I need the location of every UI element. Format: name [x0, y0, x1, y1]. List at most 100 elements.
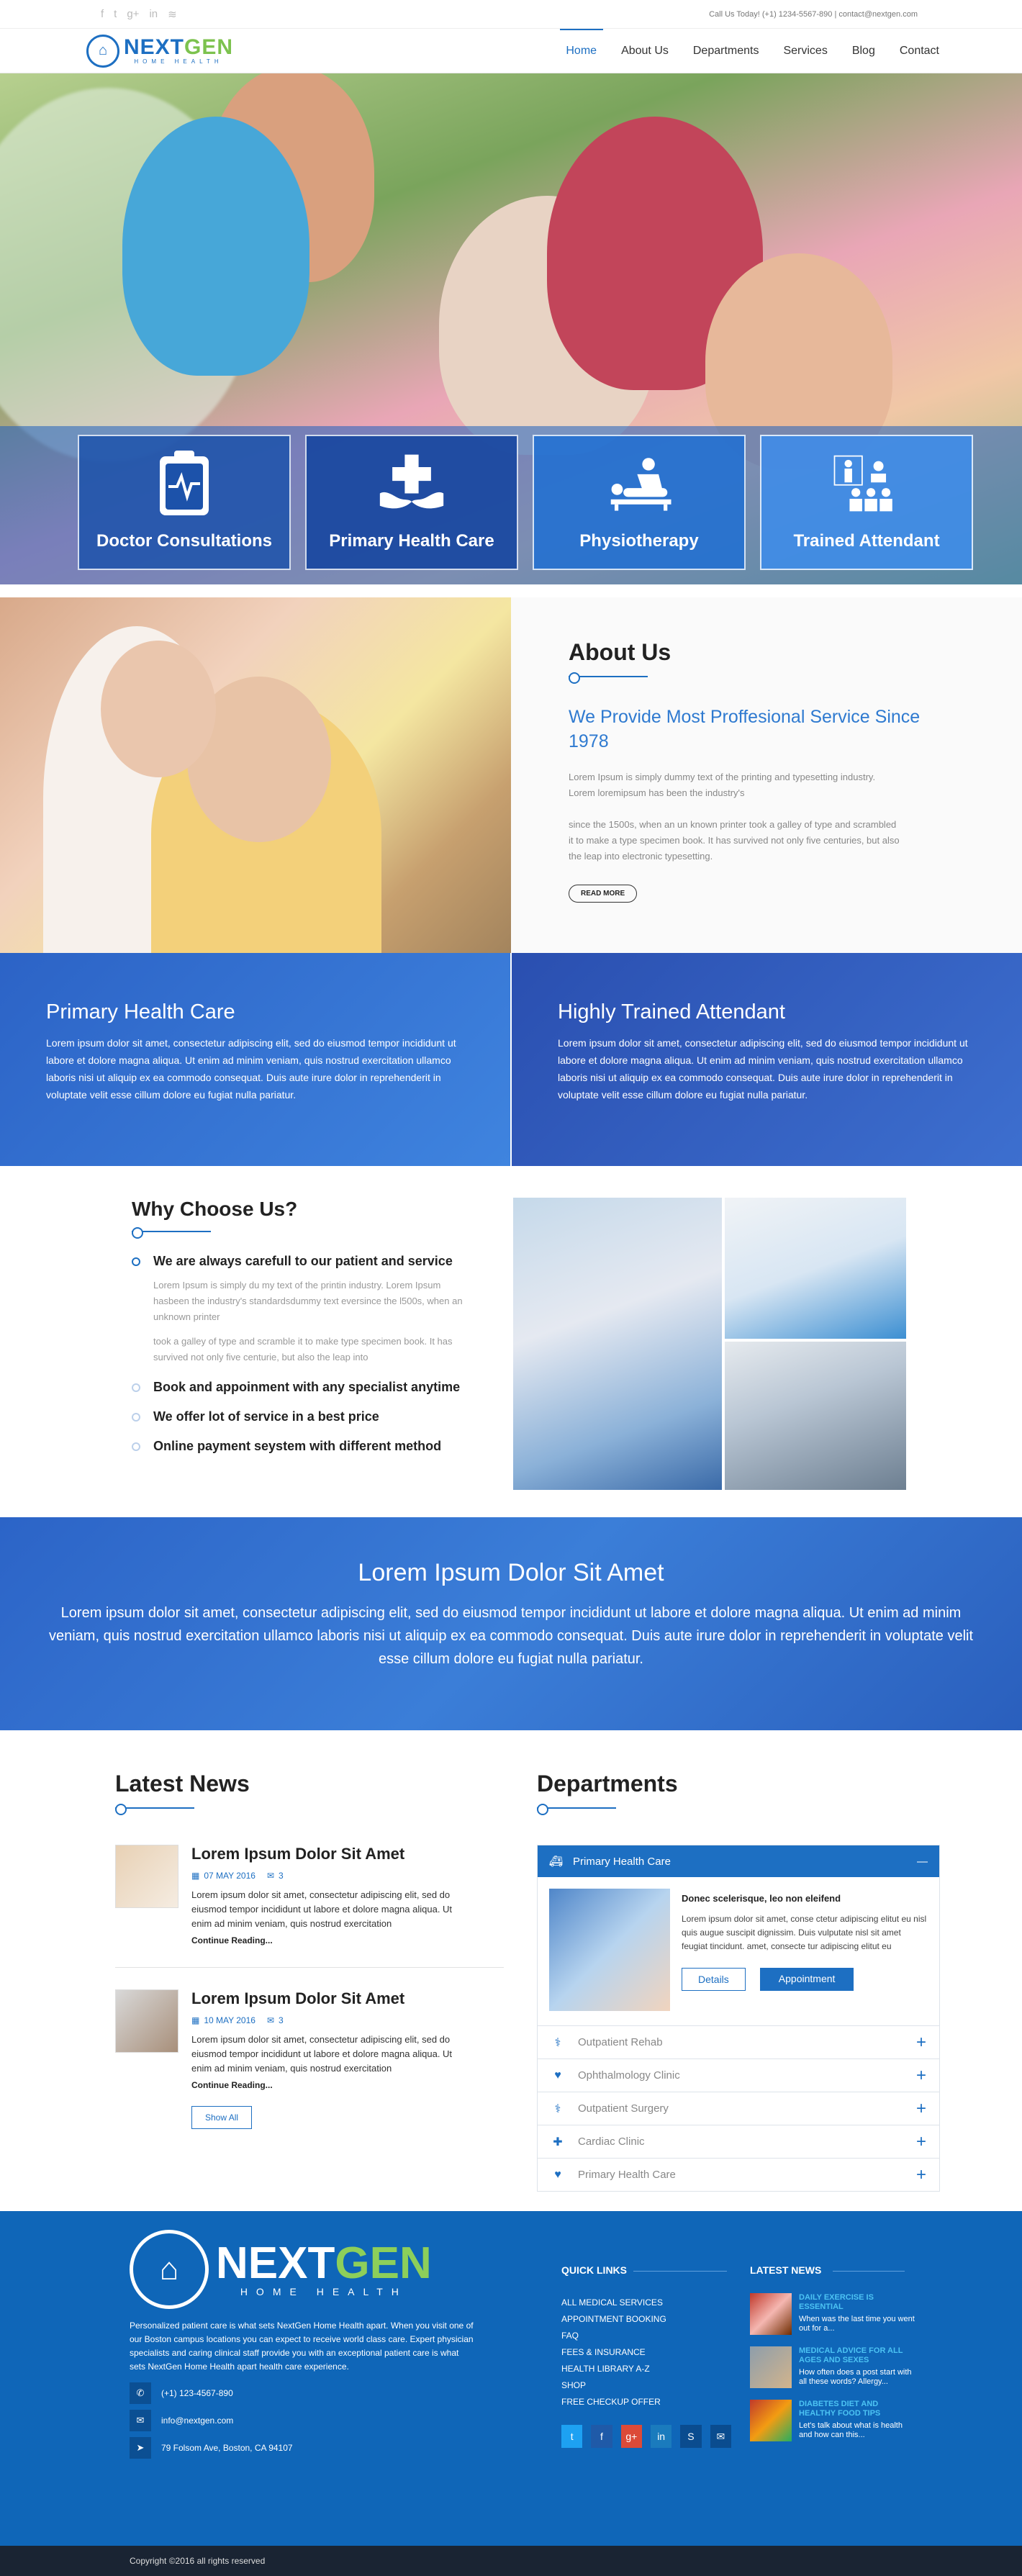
why-item[interactable]: We offer lot of service in a best price: [132, 1409, 477, 1424]
quick-link[interactable]: SHOP: [561, 2377, 731, 2394]
copyright-text: Copyright ©2016 all rights reserved: [130, 2556, 266, 2566]
footer-news-text: When was the last time you went out for …: [799, 2315, 915, 2333]
service-card-consultations[interactable]: Doctor Consultations: [78, 435, 291, 570]
footer-news-item[interactable]: DIABETES DIET AND HEALTHY FOOD TIPS Let'…: [750, 2400, 915, 2441]
site-logo[interactable]: ⌂ NEXTGEN HOME HEALTH: [86, 34, 233, 68]
appointment-button[interactable]: Appointment: [759, 1968, 854, 1991]
twitter-icon[interactable]: t: [561, 2425, 583, 2448]
quick-link[interactable]: FREE CHECKUP OFFER: [561, 2394, 731, 2410]
show-all-button[interactable]: Show All: [191, 2106, 253, 2129]
title-underline: [115, 1804, 194, 1815]
nav-about[interactable]: About Us: [621, 45, 669, 58]
department-row[interactable]: ♥ Primary Health Care +: [538, 2158, 939, 2191]
service-card-primary-care[interactable]: Primary Health Care: [305, 435, 518, 570]
footer-email[interactable]: info@nextgen.com: [161, 2415, 233, 2426]
footer-news-item[interactable]: MEDICAL ADVICE FOR ALL AGES AND SEXES Ho…: [750, 2346, 915, 2388]
why-item-desc: Lorem Ipsum is simply du my text of the …: [153, 1280, 463, 1322]
news-thumbnail[interactable]: [115, 1989, 178, 2053]
news-meta: ▦ 10 MAY 2016 ✉ 3: [191, 2015, 458, 2025]
expand-icon[interactable]: +: [916, 2165, 926, 2185]
footer-latest-news: LATEST NEWS DAILY EXERCISE IS ESSENTIAL …: [750, 2230, 915, 2546]
why-item-title: We offer lot of service in a best price: [153, 1409, 379, 1424]
department-row[interactable]: ✚ Cardiac Clinic +: [538, 2125, 939, 2158]
news-item-title[interactable]: Lorem Ipsum Dolor Sit Amet: [191, 1845, 458, 1863]
footer-news-thumbnail: [750, 2346, 792, 2388]
google-plus-icon[interactable]: g+: [127, 8, 139, 21]
bullet-icon: [132, 1413, 140, 1422]
expand-icon[interactable]: +: [916, 2033, 926, 2053]
why-item[interactable]: Book and appoinment with any specialist …: [132, 1380, 477, 1395]
panel-title: Highly Trained Attendant: [558, 1000, 785, 1023]
news-item-title[interactable]: Lorem Ipsum Dolor Sit Amet: [191, 1989, 458, 2008]
department-name: Ophthalmology Clinic: [578, 2069, 680, 2082]
department-heading: Donec scelerisque, leo non eleifend: [682, 1893, 841, 1904]
facebook-icon[interactable]: f: [101, 8, 104, 21]
panel-primary-care: Primary Health Care Lorem ipsum dolor si…: [0, 953, 510, 1166]
footer-description: Personalized patient care is what sets N…: [130, 2320, 474, 2372]
facebook-icon[interactable]: f: [591, 2425, 612, 2448]
medical-hands-icon: [377, 449, 446, 518]
expand-icon[interactable]: +: [916, 2066, 926, 2086]
quick-link[interactable]: APPOINTMENT BOOKING: [561, 2311, 731, 2328]
why-item[interactable]: We are always carefull to our patient an…: [132, 1254, 477, 1365]
footer-news-thumbnail: [750, 2293, 792, 2335]
why-item[interactable]: Online payment seystem with different me…: [132, 1439, 477, 1454]
rss-icon[interactable]: ≋: [168, 8, 177, 21]
news-thumbnail[interactable]: [115, 1845, 178, 1908]
logo-house-icon: ⌂: [86, 34, 119, 68]
nav-departments[interactable]: Departments: [693, 45, 759, 58]
department-row[interactable]: ♥ Ophthalmology Clinic +: [538, 2058, 939, 2092]
massage-icon: [605, 449, 674, 518]
about-photo: [0, 597, 511, 953]
footer-news-title[interactable]: DAILY EXERCISE IS ESSENTIAL: [799, 2293, 915, 2312]
google-plus-icon[interactable]: g+: [620, 2425, 642, 2448]
quick-link[interactable]: FAQ: [561, 2328, 731, 2344]
linkedin-icon[interactable]: in: [149, 8, 158, 21]
ambulance-icon: 🚑︎: [549, 1856, 564, 1868]
nav-contact[interactable]: Contact: [900, 45, 939, 58]
skype-icon[interactable]: S: [680, 2425, 702, 2448]
nav-home[interactable]: Home: [566, 45, 597, 58]
why-item-title: Book and appoinment with any specialist …: [153, 1380, 461, 1394]
news-departments-section: Latest News Lorem Ipsum Dolor Sit Amet ▦…: [0, 1730, 1022, 2211]
departments-accordion: 🚑︎ Primary Health Care — Donec scelerisqu…: [537, 1845, 940, 2192]
band-text: Lorem ipsum dolor sit amet, consectetur …: [48, 1605, 974, 1667]
department-row[interactable]: ⚕ Outpatient Surgery +: [538, 2092, 939, 2125]
gallery-photo-nurse-elderly: [513, 1198, 722, 1490]
footer-news-title[interactable]: DIABETES DIET AND HEALTHY FOOD TIPS: [799, 2400, 915, 2418]
department-row[interactable]: ⚕ Outpatient Rehab +: [538, 2025, 939, 2058]
footer-news-title[interactable]: MEDICAL ADVICE FOR ALL AGES AND SEXES: [799, 2346, 915, 2365]
service-card-attendant[interactable]: Trained Attendant: [760, 435, 973, 570]
heart-icon: ♥: [554, 2069, 561, 2082]
why-item-desc: took a galley of type and scramble it to…: [153, 1336, 453, 1362]
page: f t g+ in ≋ Call Us Today! (+1) 1234-556…: [0, 0, 1022, 2576]
title-underline: [569, 672, 648, 684]
collapse-icon[interactable]: —: [917, 1856, 928, 1868]
expand-icon[interactable]: +: [916, 2099, 926, 2119]
accordion-header-open[interactable]: 🚑︎ Primary Health Care —: [538, 1845, 939, 1877]
twitter-icon[interactable]: t: [114, 8, 117, 21]
quick-link[interactable]: HEALTH LIBRARY A-Z: [561, 2361, 731, 2377]
nav-services[interactable]: Services: [783, 45, 827, 58]
footer-logo[interactable]: ⌂ NEXTGEN HOME HEALTH: [130, 2230, 475, 2309]
read-more-button[interactable]: READ MORE: [569, 885, 638, 903]
continue-reading-link[interactable]: Continue Reading...: [191, 1935, 458, 1945]
footer-phone[interactable]: (+1) 123-4567-890: [161, 2388, 233, 2398]
why-title: Why Choose Us?: [132, 1198, 298, 1220]
title-underline: [537, 1804, 616, 1815]
department-photo: [549, 1889, 670, 2011]
service-card-physiotherapy[interactable]: Physiotherapy: [533, 435, 746, 570]
news-excerpt: Lorem ipsum dolor sit amet, consectetur …: [191, 1889, 453, 1929]
top-bar: f t g+ in ≋ Call Us Today! (+1) 1234-556…: [0, 0, 1022, 29]
stethoscope-icon: ⚕: [554, 2036, 561, 2049]
quick-links-list: ALL MEDICAL SERVICES APPOINTMENT BOOKING…: [561, 2295, 731, 2410]
quick-link[interactable]: FEES & INSURANCE: [561, 2344, 731, 2361]
continue-reading-link[interactable]: Continue Reading...: [191, 2080, 458, 2090]
details-button[interactable]: Details: [682, 1968, 746, 1991]
nav-blog[interactable]: Blog: [852, 45, 875, 58]
linkedin-icon[interactable]: in: [650, 2425, 672, 2448]
quick-link[interactable]: ALL MEDICAL SERVICES: [561, 2295, 731, 2311]
footer-news-item[interactable]: DAILY EXERCISE IS ESSENTIAL When was the…: [750, 2293, 915, 2335]
expand-icon[interactable]: +: [916, 2132, 926, 2152]
mail-icon[interactable]: ✉: [710, 2425, 731, 2448]
